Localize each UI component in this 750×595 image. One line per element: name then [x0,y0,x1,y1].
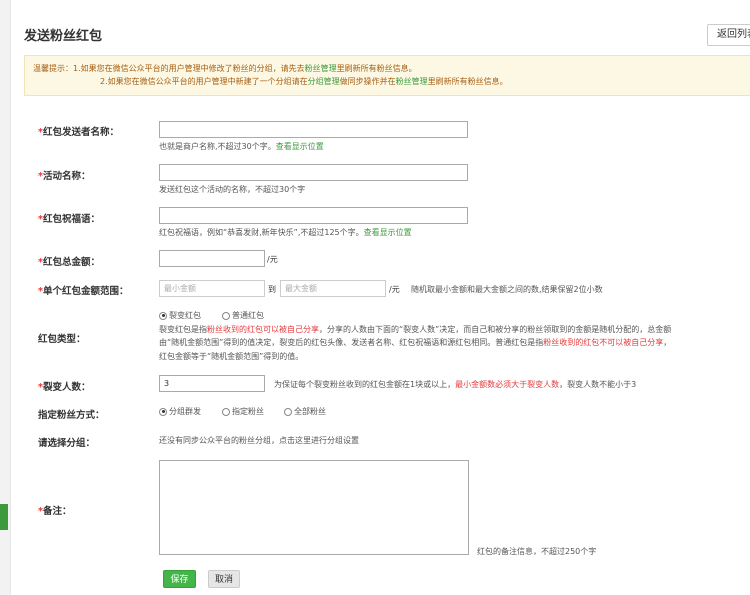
tips-line-2-text: 2.如果您在微信公众平台的用户管理中新建了一个分组请在 [100,77,308,86]
group-setting-link[interactable]: 还没有同步公众平台的粉丝分组，点击这里进行分组设置 [159,435,359,446]
activity-name-hint: 发送红包这个活动的名称，不超过30个字 [159,185,306,194]
total-amount-label: *红包总金额： [38,257,100,268]
radio-checked-icon [159,407,167,416]
radio-unchecked-icon [222,311,230,320]
back-to-list-button[interactable]: 返回列表 [707,24,750,46]
wishing-label: *红包祝福语： [38,214,100,225]
max-amount-input[interactable]: 最大金额 [280,280,386,297]
type-normal-radio[interactable]: 普通红包 [222,310,264,321]
tips-prefix: 温馨提示： [33,64,73,73]
redpack-type-label: 红包类型： [38,334,86,345]
sidebar-collapse-handle[interactable] [0,504,8,530]
target-method-label: 指定粉丝方式： [38,410,105,421]
radio-unchecked-icon [284,407,292,416]
group-manage-link[interactable]: 分组管理 [308,77,340,86]
remark-hint: 红包的备注信息，不超过250个字 [477,547,597,556]
view-position-link[interactable]: 查看显示位置 [276,142,324,151]
method-all-radio[interactable]: 全部粉丝 [284,406,326,417]
tips-line-1: 温馨提示：1.如果您在微信公众平台的用户管理中修改了粉丝的分组，请先去粉丝管理里… [33,62,750,75]
range-unit: /元 [389,285,400,294]
tips-line-2-mid: 做同步操作并在 [339,77,396,86]
method-specific-radio[interactable]: 指定粉丝 [222,406,264,417]
fission-count-hint: 为保证每个裂变粉丝收到的红包金额在1块或以上，最小金额数必须大于裂变人数，裂变人… [274,380,637,389]
page-title: 发送粉丝红包 [24,29,103,44]
amount-range-hint: 随机取最小金额和最大金额之间的数,结果保留2位小数 [411,285,603,294]
tips-line-1-text: 1.如果您在微信公众平台的用户管理中修改了粉丝的分组，请先去 [73,64,305,73]
total-amount-input[interactable] [159,250,265,267]
fans-manage-link-2[interactable]: 粉丝管理 [396,77,428,86]
activity-name-label: *活动名称： [38,171,91,182]
method-group-radio[interactable]: 分组群发 [159,406,201,417]
fans-manage-link[interactable]: 粉丝管理 [305,64,337,73]
tips-line-1-suffix: 里刷新所有粉丝信息。 [336,64,417,73]
wishing-input[interactable] [159,207,468,224]
total-amount-unit: /元 [267,255,278,264]
range-to-text: 到 [268,285,276,294]
amount-range-label: *单个红包金额范围： [38,286,129,297]
radio-unchecked-icon [222,407,230,416]
radio-checked-icon [159,311,167,320]
cancel-button[interactable]: 取消 [208,570,240,588]
remark-label: *备注： [38,506,72,517]
activity-name-input[interactable] [159,164,468,181]
save-button[interactable]: 保存 [163,570,196,588]
tips-line-2-suffix: 里刷新所有粉丝信息。 [427,77,508,86]
redpack-type-description: 裂变红包是指粉丝收到的红包可以被自己分享，分享的人数由下面的“裂变人数”决定，而… [159,325,672,361]
select-group-label: 请选择分组： [38,438,96,449]
fission-count-input[interactable]: 3 [159,375,265,392]
wishing-hint: 红包祝福语，例如“恭喜发财,新年快乐”,不超过125个字。查看显示位置 [159,228,412,237]
min-amount-input[interactable]: 最小金额 [159,280,265,297]
sender-name-hint: 也就是商户名称,不超过30个字。查看显示位置 [159,142,324,151]
sender-name-label: *红包发送者名称： [38,127,119,138]
sender-name-input[interactable] [159,121,468,138]
tips-box: 温馨提示：1.如果您在微信公众平台的用户管理中修改了粉丝的分组，请先去粉丝管理里… [24,55,750,96]
remark-textarea[interactable] [159,460,469,555]
type-fission-radio[interactable]: 裂变红包 [159,310,201,321]
tips-line-2: 2.如果您在微信公众平台的用户管理中新建了一个分组请在分组管理做同步操作并在粉丝… [33,75,750,88]
view-position-link-2[interactable]: 查看显示位置 [364,228,412,237]
fission-count-label: *裂变人数： [38,382,91,393]
